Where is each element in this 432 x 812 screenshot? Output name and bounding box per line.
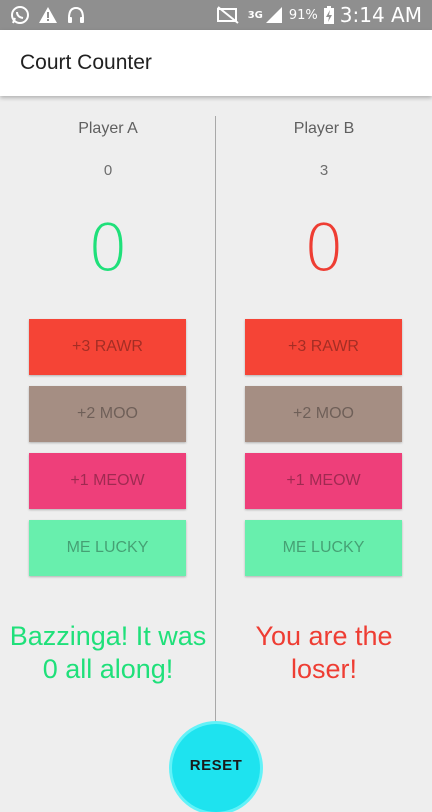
battery-charging-icon xyxy=(323,6,334,24)
player-a-small-score: 0 xyxy=(103,162,113,179)
player-b-plus3-button[interactable]: +3 RAWR xyxy=(245,319,402,375)
status-notifications xyxy=(10,5,86,25)
player-b-score: 0 xyxy=(303,212,345,286)
player-a-plus2-button[interactable]: +2 MOO xyxy=(29,386,186,442)
status-bar: 3G 91% 3:14 AM xyxy=(0,0,432,30)
player-b-plus2-button[interactable]: +2 MOO xyxy=(245,386,402,442)
signal-icon xyxy=(265,7,282,23)
player-b-small-score: 3 xyxy=(319,162,329,179)
player-a-lucky-button[interactable]: ME LUCKY xyxy=(29,520,186,576)
app-bar: Court Counter xyxy=(0,30,432,96)
reset-button[interactable]: RESET xyxy=(172,724,260,812)
player-b-plus1-button[interactable]: +1 MEOW xyxy=(245,453,402,509)
app-title: Court Counter xyxy=(20,51,152,74)
player-a-column: Player A 0 0 +3 RAWR +2 MOO +1 MEOW ME L… xyxy=(0,96,216,768)
player-b-column: Player B 3 0 +3 RAWR +2 MOO +1 MEOW ME L… xyxy=(216,96,432,768)
warning-icon xyxy=(39,7,57,23)
player-b-message: You are the loser! xyxy=(255,621,393,684)
clock: 3:14 AM xyxy=(339,3,422,27)
whatsapp-icon xyxy=(11,6,29,24)
network-type: 3G xyxy=(247,9,263,21)
status-system: 3G 91% 3:14 AM xyxy=(216,3,422,27)
player-a-plus1-button[interactable]: +1 MEOW xyxy=(29,453,186,509)
player-a-message: Bazzinga! It was 0 all along! xyxy=(9,621,207,684)
player-a-plus3-button[interactable]: +3 RAWR xyxy=(29,319,186,375)
player-a-label: Player A xyxy=(78,120,138,137)
headphones-icon xyxy=(68,6,84,23)
battery-percent: 91% xyxy=(288,7,318,23)
player-b-label: Player B xyxy=(293,120,355,137)
mute-icon xyxy=(216,6,239,24)
player-b-lucky-button[interactable]: ME LUCKY xyxy=(245,520,402,576)
player-a-score: 0 xyxy=(87,212,129,286)
